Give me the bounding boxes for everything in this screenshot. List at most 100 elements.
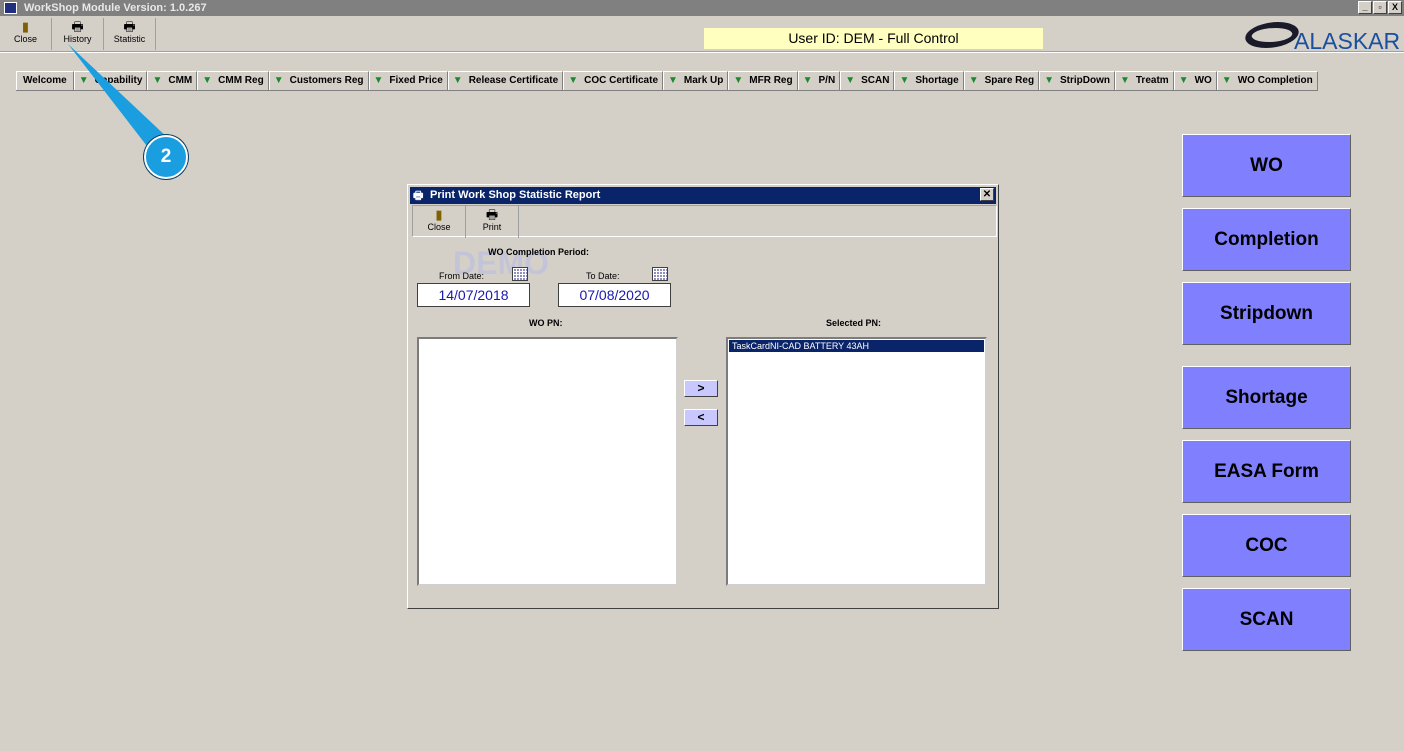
tab-label: StripDown (1059, 75, 1110, 86)
alaskar-logo: ALASKAR (1239, 20, 1404, 54)
shortage-button[interactable]: Shortage (1182, 366, 1351, 429)
tab-mfr-reg[interactable]: ▼ MFR Reg (728, 71, 798, 90)
tab-label: WO Completion (1237, 75, 1313, 86)
tab-label: MFR Reg (749, 75, 793, 86)
tab-capability[interactable]: ▼ Capability (73, 71, 148, 90)
calendar-icon[interactable] (512, 267, 528, 281)
minimize-button[interactable]: _ (1358, 1, 1372, 14)
tab-label: Treatm (1135, 75, 1169, 86)
tab-welcome[interactable]: Welcome (16, 71, 74, 90)
pin-icon: ▼ (152, 75, 163, 86)
pin-icon: ▼ (968, 75, 979, 86)
coc-button[interactable]: COC (1182, 514, 1351, 577)
from-date-input[interactable]: 14/07/2018 (417, 283, 530, 307)
tab-shortage[interactable]: ▼ Shortage (894, 71, 964, 90)
tab-cmm[interactable]: ▼ CMM (147, 71, 198, 90)
history-label: History (63, 34, 92, 44)
pin-icon: ▼ (1044, 75, 1054, 86)
printer-icon: 🖶 (485, 207, 499, 222)
remove-pn-button[interactable]: < (684, 409, 718, 426)
selected-pn-list[interactable]: TaskCardNI-CAD BATTERY 43AH (726, 337, 987, 586)
tab-label: Capability (94, 75, 143, 86)
easa-form-button[interactable]: EASA Form (1182, 440, 1351, 503)
user-info: User ID: DEM - Full Control (704, 28, 1043, 49)
close-label: Close (427, 222, 451, 232)
wo-button[interactable]: WO (1182, 134, 1351, 197)
stripdown-button[interactable]: Stripdown (1182, 282, 1351, 345)
to-date-input[interactable]: 07/08/2020 (558, 283, 671, 307)
selected-pn-label: Selected PN: (826, 318, 882, 328)
calendar-icon[interactable] (652, 267, 668, 281)
pin-icon: ▼ (802, 75, 813, 86)
maximize-button[interactable]: ▫ (1373, 1, 1387, 14)
tab-label: Shortage (915, 75, 959, 86)
pin-icon: ▼ (845, 75, 856, 86)
tab-scan[interactable]: ▼ SCAN (840, 71, 895, 90)
tab-p-n[interactable]: ▼ P/N (797, 71, 841, 90)
tab-label: WO (1194, 75, 1212, 86)
print-statistic-dialog: 🖶 Print Work Shop Statistic Report ✕ ▮ Cl… (407, 184, 999, 609)
wo-pn-label: WO PN: (529, 318, 563, 328)
tab-fixed-price[interactable]: ▼ Fixed Price (368, 71, 448, 90)
tab-wo[interactable]: ▼ WO (1173, 71, 1217, 90)
tab-label: CMM (168, 75, 193, 86)
tab-label: CMM Reg (218, 75, 264, 86)
main-toolbar: ▮ Close 🖶 History 🖶 Statistic (0, 18, 156, 50)
divider (0, 51, 1404, 53)
printer-icon: 🖶 (71, 19, 84, 34)
tab-label: P/N (818, 75, 836, 86)
door-exit-icon: ▮ (21, 19, 30, 34)
printer-icon: 🖶 (413, 190, 424, 202)
close-label: Close (13, 34, 37, 44)
tab-spare-reg[interactable]: ▼ Spare Reg (963, 71, 1040, 90)
pin-icon: ▼ (1178, 75, 1189, 86)
tab-label: Mark Up (683, 75, 724, 86)
tab-label: Customers Reg (289, 75, 364, 86)
list-item[interactable]: TaskCardNI-CAD BATTERY 43AH (729, 340, 984, 352)
history-button[interactable]: 🖶 History (52, 18, 104, 50)
tab-customers-reg[interactable]: ▼ Customers Reg (268, 71, 369, 90)
callout-badge: 2 (144, 135, 188, 179)
pin-icon: ▼ (1119, 75, 1130, 86)
tab-label: Fixed Price (389, 75, 443, 86)
pin-icon: ▼ (733, 75, 744, 86)
tab-stripdown[interactable]: ▼ StripDown (1039, 71, 1115, 90)
scan-button[interactable]: SCAN (1182, 588, 1351, 651)
window-titlebar: WorkShop Module Version: 1.0.267 _ ▫ X (0, 0, 1404, 16)
pin-icon: ▼ (273, 75, 284, 86)
tab-label: SCAN (861, 75, 890, 86)
add-pn-button[interactable]: > (684, 380, 718, 397)
wo-pn-list[interactable] (417, 337, 678, 586)
pin-icon: ▼ (373, 75, 384, 86)
door-exit-icon: ▮ (435, 207, 443, 222)
statistic-button[interactable]: 🖶 Statistic (104, 18, 156, 50)
pin-icon: ▼ (202, 75, 213, 86)
close-button[interactable]: ▮ Close (0, 18, 52, 50)
dialog-titlebar: 🖶 Print Work Shop Statistic Report ✕ (410, 187, 996, 204)
app-icon (4, 2, 17, 14)
tab-coc-certificate[interactable]: ▼ COC Certificate (563, 71, 663, 90)
pin-icon: ▼ (78, 75, 89, 86)
dialog-close-button[interactable]: ✕ (980, 188, 994, 201)
dialog-toolbar: ▮ Close 🖶 Print (412, 205, 997, 238)
tab-cmm-reg[interactable]: ▼ CMM Reg (197, 71, 269, 90)
completion-button[interactable]: Completion (1182, 208, 1351, 271)
tab-wo-completion[interactable]: ▼ WO Completion (1216, 71, 1318, 90)
pin-icon: ▼ (899, 75, 910, 86)
pin-icon: ▼ (668, 75, 678, 86)
pin-icon: ▼ (568, 75, 579, 86)
print-label: Print (482, 222, 502, 232)
tab-release-certificate[interactable]: ▼ Release Certificate (447, 71, 564, 90)
print-button[interactable]: 🖶 Print (466, 206, 519, 238)
tab-mark-up[interactable]: ▼ Mark Up (663, 71, 729, 90)
dialog-close-tool-button[interactable]: ▮ Close (413, 206, 466, 238)
module-tabs: Welcome ▼ Capability ▼ CMM ▼ CMM Reg ▼ Customers… (16, 71, 1318, 91)
from-date-label: From Date: (439, 271, 485, 281)
tab-label: Spare Reg (984, 75, 1035, 86)
tab-label: COC Certificate (584, 75, 658, 86)
tab-treatm[interactable]: ▼ Treatm (1114, 71, 1174, 90)
dialog-title: Print Work Shop Statistic Report (430, 189, 601, 201)
close-window-button[interactable]: X (1388, 1, 1402, 14)
pin-icon: ▼ (452, 75, 463, 86)
printer-icon: 🖶 (123, 19, 136, 34)
